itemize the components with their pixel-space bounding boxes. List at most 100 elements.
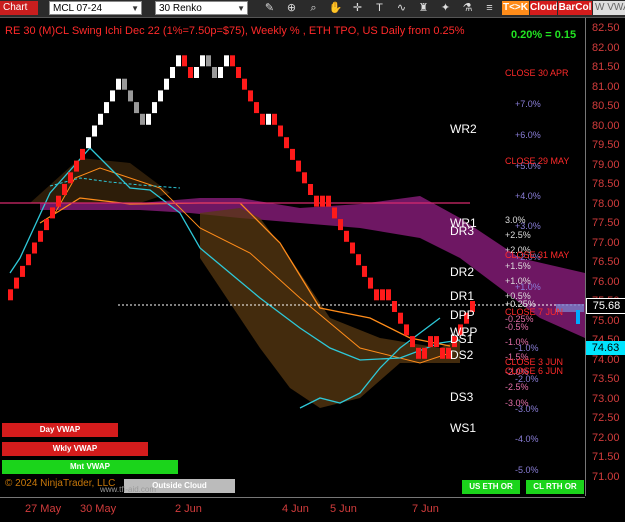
level-ds2: DS2 [450,348,474,362]
toolbar: Chart MCL 07-24 ▼ 30 Renko ▼ ✎ ⊕ ⌕ ✋ ✛ T ∿… [0,0,625,18]
renko-brick [320,195,325,207]
hand-icon[interactable]: ✋ [328,1,343,15]
copyright-url: www.tfi-aid.com [100,485,157,494]
weekly-pct-label: -5.0% [515,465,539,475]
renko-brick [392,301,397,312]
price-tick-label: 76.50 [592,256,620,268]
period-value: 30 Renko [159,3,202,14]
renko-brick [248,90,253,102]
magnifier-icon[interactable]: ⌕ [306,1,321,15]
price-tick-label: 76.00 [592,275,620,288]
weekly-pct-label: -4.0% [515,434,539,444]
instrument-selector[interactable]: MCL 07-24 ▼ [49,1,142,15]
list-icon[interactable]: ≡ [482,1,497,15]
level-ds1: DS1 [450,332,474,346]
renko-brick [308,184,313,195]
renko-brick [62,184,67,195]
renko-brick [98,113,103,125]
chart-menu-button[interactable]: Chart [0,1,38,15]
renko-brick [152,102,157,114]
renko-brick [8,289,13,301]
weekly-pct-label: +7.0% [515,99,541,109]
level-ds3: DS3 [450,390,474,404]
renko-brick [50,207,55,219]
time-tick-label: 4 Jun [282,503,309,515]
price-tick-label: 80.50 [592,100,620,112]
period-selector[interactable]: 30 Renko ▼ [155,1,248,15]
mnt-vwap-button[interactable]: Mnt VWAP [2,460,178,474]
price-tick-label: 72.50 [592,412,620,424]
flask-icon[interactable]: ⚗ [460,1,475,15]
renko-brick [38,230,43,242]
tk-toggle-button[interactable]: T<>K [502,1,529,15]
renko-brick [194,67,199,78]
renko-brick [434,336,439,348]
price-tick-label: 79.50 [592,139,620,151]
renko-brick [314,195,319,207]
price-tick-label: 81.00 [592,80,620,93]
weekly-pct-label: +4.0% [515,191,541,201]
renko-brick [176,55,181,67]
renko-brick [356,254,361,266]
price-axis[interactable]: 82.50 82.00 81.50 81.00 80.50 80.00 79.50 79.00… [585,18,625,496]
time-axis[interactable]: 27 May 30 May 2 Jun 4 Jun 5 Jun 7 Jun [0,497,585,522]
renko-brick [428,336,433,348]
renko-brick [188,67,193,78]
percent-change-readout: 0.20% = 0.15 [511,29,577,41]
renko-brick [110,90,115,102]
renko-brick [332,207,337,219]
strategy-icon[interactable]: ♜ [416,1,431,15]
daily-pct-label: -2.5% [505,382,529,392]
secondary-price-tag: 74.63 [586,341,625,355]
price-tick-label: 71.50 [592,451,620,463]
renko-brick [416,347,421,359]
time-tick-label: 7 Jun [412,503,439,515]
draw-icon[interactable]: ✎ [262,1,277,15]
renko-brick [80,148,85,160]
renko-brick [362,265,367,277]
renko-brick [290,148,295,160]
level-dpp: DPP [450,308,475,322]
barcol-toggle-button[interactable]: BarCol [558,1,592,15]
price-tick-label: 72.00 [592,431,620,444]
sparkle-icon[interactable]: ✦ [438,1,453,15]
renko-brick [122,78,127,90]
price-tick-label: 71.00 [592,470,620,483]
renko-brick [74,160,79,172]
renko-brick [20,265,25,277]
current-price-tag: 75.68 [586,298,625,314]
renko-brick [242,78,247,90]
renko-brick [146,113,151,125]
renko-brick [296,160,301,172]
renko-brick [86,137,91,149]
renko-brick [218,67,223,78]
renko-brick [140,113,145,125]
cl-rth-or-button[interactable]: CL RTH OR [526,480,584,494]
price-tick-label: 81.50 [592,61,620,73]
text-icon[interactable]: T [372,1,387,15]
renko-brick [104,102,109,114]
zoom-in-icon[interactable]: ⊕ [284,1,299,15]
day-vwap-button[interactable]: Day VWAP [2,423,118,437]
vwap-toggle-button[interactable]: W VWA [593,1,625,15]
time-tick-label: 27 May [25,503,62,515]
chevron-down-icon: ▼ [237,4,245,13]
price-tick-label: 80.00 [592,119,620,132]
daily-pct-label: -0.5% [505,322,529,332]
price-tick-label: 78.00 [592,197,620,210]
daily-pct-label: +2.5% [505,230,531,240]
renko-brick [200,55,205,67]
indicator-icon[interactable]: ∿ [394,1,409,15]
time-tick-label: 30 May [80,503,117,515]
wkly-vwap-button[interactable]: Wkly VWAP [2,442,148,456]
level-dr2: DR2 [450,265,475,279]
price-tick-label: 73.50 [592,373,620,385]
price-tick-label: 75.00 [592,314,620,327]
price-tick-label: 82.50 [592,22,620,34]
level-dr3: DR3 [450,224,475,238]
renko-brick [134,102,139,114]
blue-price-marker [576,310,580,324]
cloud-toggle-button[interactable]: Cloud [530,1,557,15]
us-eth-or-button[interactable]: US ETH OR [462,480,520,494]
crosshair-icon[interactable]: ✛ [350,1,365,15]
